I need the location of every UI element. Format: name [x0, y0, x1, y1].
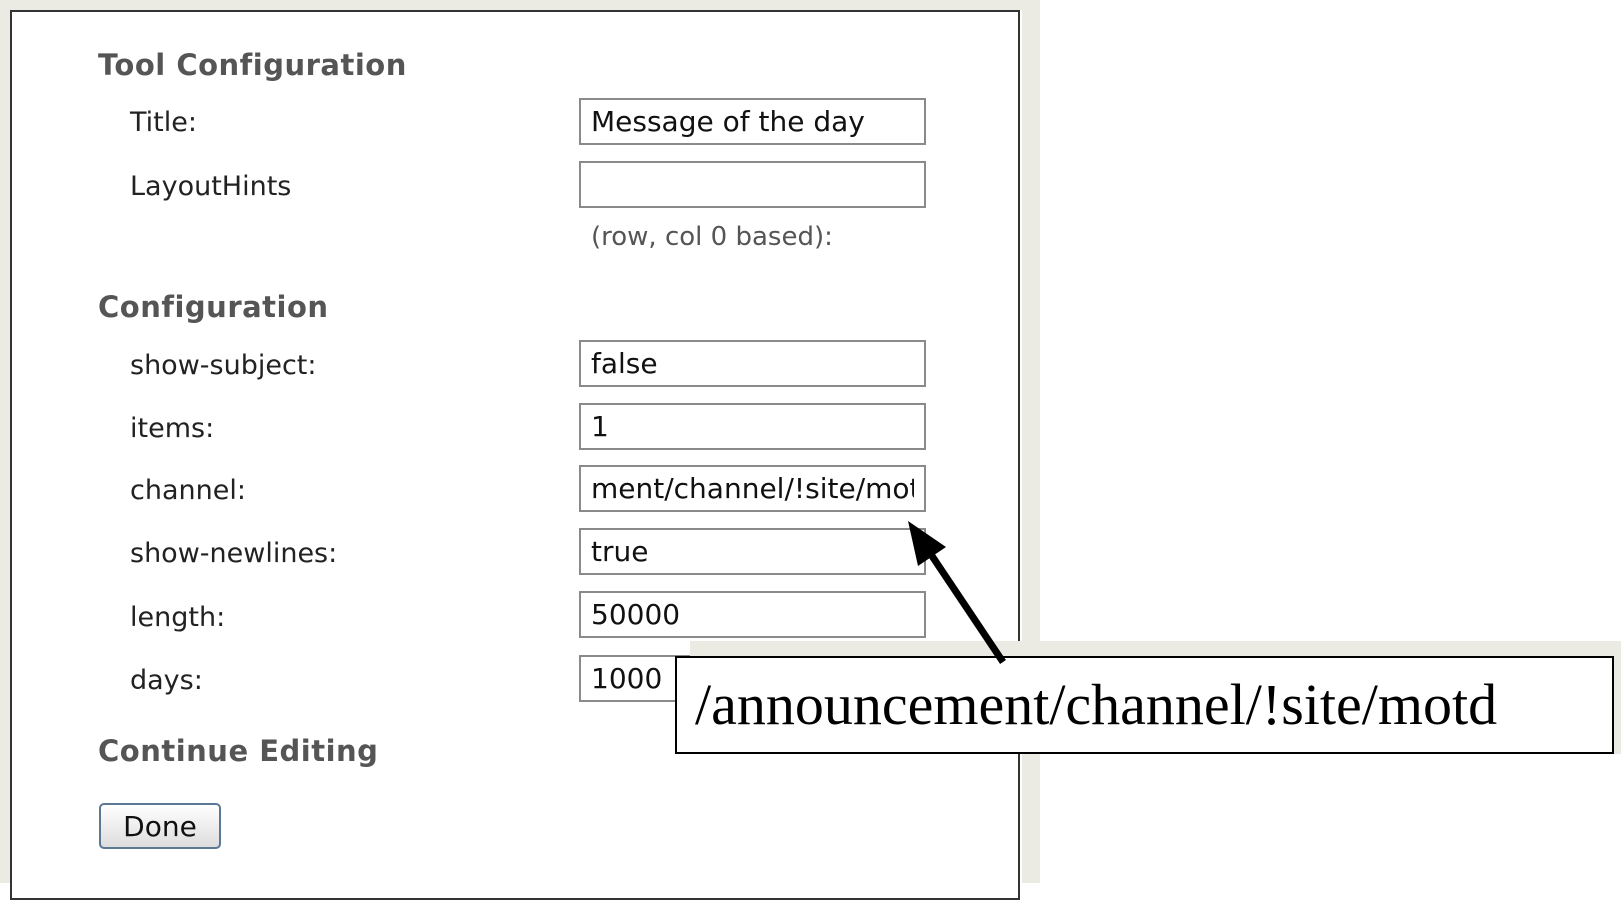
- show-newlines-label: show-newlines:: [130, 538, 338, 569]
- show-newlines-input[interactable]: [579, 528, 926, 575]
- items-input[interactable]: [579, 403, 926, 450]
- continue-editing-heading: Continue Editing: [98, 734, 379, 768]
- channel-input[interactable]: [579, 465, 926, 512]
- tool-configuration-heading: Tool Configuration: [98, 48, 407, 82]
- show-subject-input[interactable]: [579, 340, 926, 387]
- background-strip-top: [0, 0, 1040, 10]
- title-input[interactable]: [579, 98, 926, 145]
- channel-label: channel:: [130, 475, 246, 506]
- layout-hints-label: LayoutHints: [130, 171, 292, 202]
- items-label: items:: [130, 413, 215, 444]
- length-input[interactable]: [579, 591, 926, 638]
- done-button[interactable]: Done: [99, 803, 221, 849]
- layout-hints-hint: (row, col 0 based):: [591, 222, 833, 252]
- callout-box: /announcement/channel/!site/motd: [675, 656, 1614, 754]
- length-label: length:: [130, 602, 226, 633]
- show-subject-label: show-subject:: [130, 350, 317, 381]
- title-label: Title:: [130, 107, 197, 138]
- days-label: days:: [130, 665, 203, 696]
- layout-hints-input[interactable]: [579, 161, 926, 208]
- configuration-heading: Configuration: [98, 290, 329, 324]
- background-strip-left: [0, 0, 10, 883]
